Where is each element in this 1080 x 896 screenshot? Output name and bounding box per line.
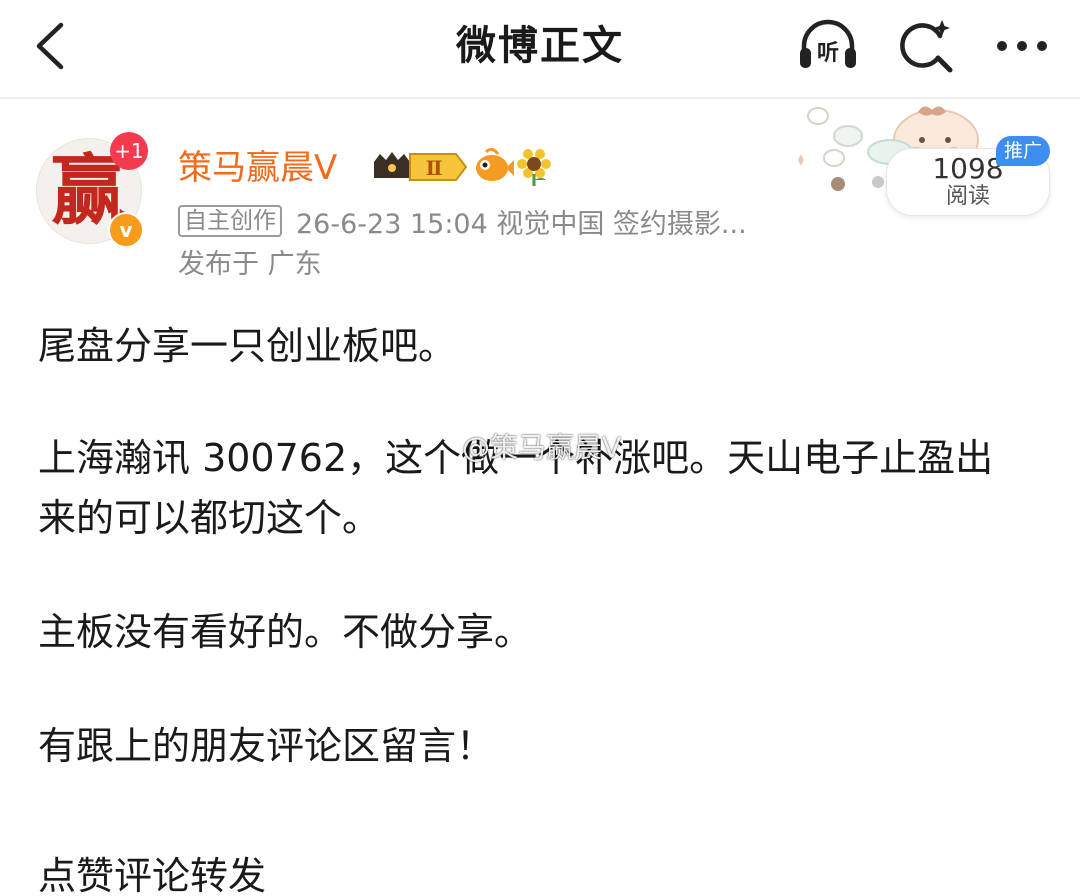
post-paragraph: 有跟上的朋友评论区留言！ — [38, 724, 495, 768]
headphones-icon: 听 — [800, 19, 856, 68]
post-meta: 自主创作 26-6-23 15:04 视觉中国 签约摄影... — [178, 204, 747, 240]
more-dots-icon — [997, 41, 1047, 51]
post-paragraph: 点赞评论转发 — [38, 854, 267, 896]
crown-level-badge-icon[interactable]: Ⅱ — [370, 148, 468, 186]
more-button[interactable] — [990, 14, 1054, 78]
post-location: 发布于 广东 — [178, 249, 322, 280]
svg-text:听: 听 — [817, 41, 839, 66]
search-button[interactable] — [894, 14, 958, 78]
post-paragraph: 主板没有看好的。不做分享。 — [38, 610, 533, 654]
read-label: 阅读 — [945, 184, 990, 209]
sunflower-emoji-icon — [517, 149, 551, 186]
search-sparkle-icon — [900, 20, 953, 73]
author-name-link[interactable]: 策马赢晨V — [178, 146, 337, 190]
nav-divider — [0, 97, 1080, 99]
post-paragraph: 来的可以都切这个。 — [38, 496, 381, 540]
truncated-text-line: 点赞评论转发 — [38, 840, 266, 896]
promote-badge[interactable]: 推广 — [996, 136, 1050, 166]
post-paragraph: 尾盘分享一只创业板吧。 — [38, 324, 457, 368]
post-time-source: 26-6-23 15:04 视觉中国 签约摄影... — [296, 208, 747, 240]
svg-text:Ⅱ: Ⅱ — [426, 156, 443, 180]
verified-badge-icon: v — [108, 212, 144, 248]
plus-one-badge: +1 — [110, 132, 148, 170]
original-tag: 自主创作 — [178, 205, 282, 237]
top-nav-bar: 微博正文 听 — [0, 0, 1080, 96]
listen-button[interactable]: 听 — [796, 14, 860, 78]
image-watermark: @策马赢晨V — [462, 431, 622, 464]
fish-emoji-icon — [476, 147, 514, 181]
